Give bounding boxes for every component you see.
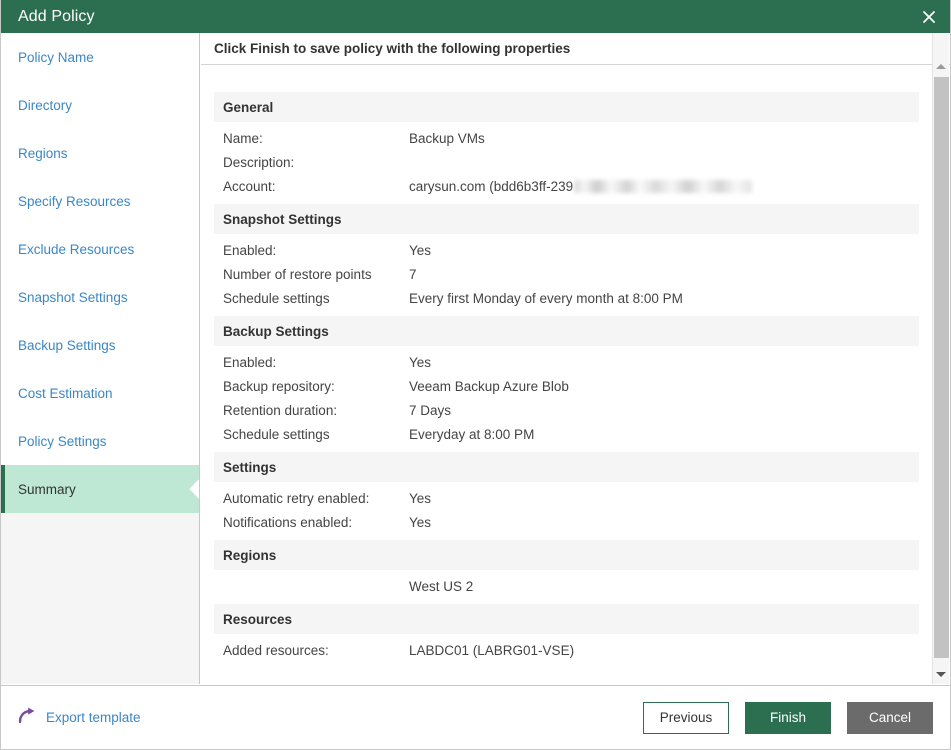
summary-row: Retention duration:7 Days <box>214 398 919 422</box>
sidebar-item-label: Exclude Resources <box>18 242 134 257</box>
sidebar-item-snapshot-settings[interactable]: Snapshot Settings <box>1 273 200 321</box>
wizard-step-sidebar: Policy Name Directory Regions Specify Resou… <box>1 33 200 684</box>
summary-row: Schedule settingsEveryday at 8:00 PM <box>214 422 919 446</box>
sidebar-item-label: Summary <box>18 482 76 497</box>
summary-row: Backup repository:Veeam Backup Azure Blo… <box>214 374 919 398</box>
scroll-up-arrow-glyph <box>936 64 946 69</box>
sidebar-item-specify-resources[interactable]: Specify Resources <box>1 177 200 225</box>
section-header-regions: Regions <box>214 540 919 570</box>
summary-row: Enabled:Yes <box>214 238 919 262</box>
sidebar-item-directory[interactable]: Directory <box>1 81 200 129</box>
summary-row: Enabled:Yes <box>214 350 919 374</box>
summary-card: GeneralName:Backup VMsDescription:Accoun… <box>214 92 919 668</box>
add-policy-dialog: Add Policy Policy Name Directory Regions Sp… <box>0 0 951 750</box>
summary-row: Account:carysun.com (bdd6b3ff-239 <box>214 174 919 198</box>
summary-row-value: Yes <box>409 515 431 530</box>
sidebar-item-label: Specify Resources <box>18 194 131 209</box>
page-title: Click Finish to save policy with the fol… <box>201 33 951 65</box>
summary-row-value: Everyday at 8:00 PM <box>409 427 534 442</box>
summary-row-label: Added resources: <box>223 643 409 658</box>
sidebar-item-label: Directory <box>18 98 72 113</box>
sidebar-item-summary: Summary <box>1 465 200 513</box>
sidebar-item-policy-name[interactable]: Policy Name <box>1 33 200 81</box>
export-arrow-icon <box>18 707 37 729</box>
sidebar-item-label: Snapshot Settings <box>18 290 128 305</box>
dialog-action-buttons: Previous Finish Cancel <box>643 702 933 734</box>
summary-row-value: LABDC01 (LABRG01-VSE) <box>409 643 574 658</box>
sidebar-item-label: Regions <box>18 146 68 161</box>
summary-row-value: Yes <box>409 243 431 258</box>
main-pane: Click Finish to save policy with the fol… <box>201 33 951 684</box>
export-template-link[interactable]: Export template <box>18 707 141 729</box>
summary-row: Schedule settingsEvery first Monday of e… <box>214 286 919 310</box>
summary-row-label: Enabled: <box>223 243 409 258</box>
summary-row-label: Schedule settings <box>223 427 409 442</box>
summary-row-value: Yes <box>409 355 431 370</box>
sidebar-item-regions[interactable]: Regions <box>1 129 200 177</box>
summary-row: Number of restore points7 <box>214 262 919 286</box>
summary-row: West US 2 <box>214 574 919 598</box>
previous-button[interactable]: Previous <box>643 702 729 734</box>
summary-row-value: Backup VMs <box>409 131 485 146</box>
summary-row-label: Enabled: <box>223 355 409 370</box>
dialog-titlebar: Add Policy <box>1 0 951 33</box>
section-header-general: General <box>214 92 919 122</box>
scroll-down-arrow-icon[interactable] <box>933 666 949 683</box>
section-rows: Enabled:YesBackup repository:Veeam Backu… <box>214 346 919 452</box>
summary-row-value: Yes <box>409 491 431 506</box>
section-rows: Added resources:LABDC01 (LABRG01-VSE) <box>214 634 919 668</box>
summary-row-label: Name: <box>223 131 409 146</box>
redacted-account-id <box>574 180 752 193</box>
section-header-backup-settings: Backup Settings <box>214 316 919 346</box>
dialog-footer: Export template Previous Finish Cancel <box>1 685 950 749</box>
section-rows: Automatic retry enabled:YesNotifications… <box>214 482 919 540</box>
section-rows: Name:Backup VMsDescription:Account:carys… <box>214 122 919 204</box>
summary-row-label: Automatic retry enabled: <box>223 491 409 506</box>
summary-row-label: Retention duration: <box>223 403 409 418</box>
section-rows: West US 2 <box>214 570 919 604</box>
sidebar-item-policy-settings[interactable]: Policy Settings <box>1 417 200 465</box>
summary-row: Notifications enabled:Yes <box>214 510 919 534</box>
summary-row-label: Notifications enabled: <box>223 515 409 530</box>
wizard-step-list: Policy Name Directory Regions Specify Resou… <box>1 33 200 513</box>
summary-row: Description: <box>214 150 919 174</box>
sidebar-item-backup-settings[interactable]: Backup Settings <box>1 321 200 369</box>
scroll-down-arrow-glyph <box>936 672 946 677</box>
summary-row-value: Every first Monday of every month at 8:0… <box>409 291 683 306</box>
summary-row-value: West US 2 <box>409 579 473 594</box>
selected-step-pointer-icon <box>189 476 200 502</box>
summary-row-label: Description: <box>223 155 409 170</box>
sidebar-item-label: Policy Settings <box>18 434 107 449</box>
vertical-scrollbar[interactable] <box>932 33 949 684</box>
summary-row: Name:Backup VMs <box>214 126 919 150</box>
summary-row-value: Veeam Backup Azure Blob <box>409 379 569 394</box>
section-header-snapshot-settings: Snapshot Settings <box>214 204 919 234</box>
section-header-resources: Resources <box>214 604 919 634</box>
summary-row-label: Account: <box>223 179 409 194</box>
sidebar-item-label: Policy Name <box>18 50 94 65</box>
finish-button[interactable]: Finish <box>745 702 831 734</box>
summary-row-label: Number of restore points <box>223 267 409 282</box>
summary-row-value: 7 <box>409 267 417 282</box>
close-icon[interactable] <box>906 0 951 33</box>
dialog-title: Add Policy <box>18 8 95 26</box>
summary-scroll-region: GeneralName:Backup VMsDescription:Accoun… <box>201 65 951 683</box>
cancel-button[interactable]: Cancel <box>847 702 933 734</box>
section-header-settings: Settings <box>214 452 919 482</box>
summary-row-value: 7 Days <box>409 403 451 418</box>
summary-row-label: Schedule settings <box>223 291 409 306</box>
summary-row-value: carysun.com (bdd6b3ff-239 <box>409 179 573 194</box>
sidebar-item-label: Cost Estimation <box>18 386 113 401</box>
summary-row: Automatic retry enabled:Yes <box>214 486 919 510</box>
scroll-up-arrow-icon[interactable] <box>933 58 949 75</box>
scrollbar-thumb[interactable] <box>934 77 949 658</box>
sidebar-item-label: Backup Settings <box>18 338 116 353</box>
summary-row-label: Backup repository: <box>223 379 409 394</box>
export-template-label: Export template <box>46 710 141 725</box>
section-rows: Enabled:YesNumber of restore points7Sche… <box>214 234 919 316</box>
sidebar-item-exclude-resources[interactable]: Exclude Resources <box>1 225 200 273</box>
sidebar-item-cost-estimation[interactable]: Cost Estimation <box>1 369 200 417</box>
summary-row: Added resources:LABDC01 (LABRG01-VSE) <box>214 638 919 662</box>
